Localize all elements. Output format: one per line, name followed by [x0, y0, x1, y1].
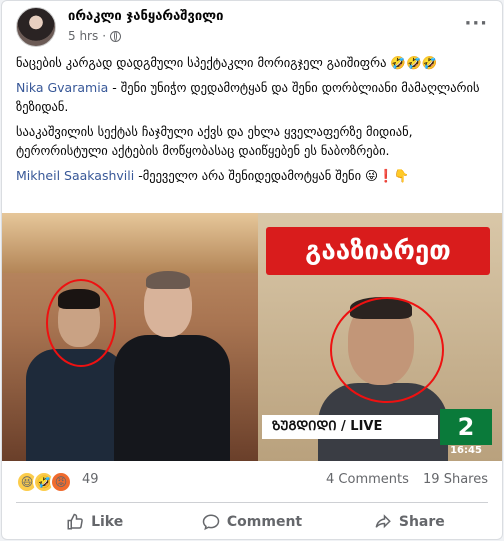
broadcast-clock: 16:45 — [450, 445, 482, 456]
reactions-bar: 😆 🤣 😡 49 4 Comments 19 Shares — [16, 471, 488, 493]
red-highlight-circle — [330, 297, 444, 403]
share-banner: გააზიარეთ — [266, 227, 490, 275]
red-highlight-circle — [46, 279, 116, 367]
comments-count[interactable]: 4 Comments — [326, 472, 409, 487]
person-hair — [146, 271, 190, 289]
action-bar: Like Comment Share — [16, 507, 488, 537]
shares-count[interactable]: 19 Shares — [423, 472, 488, 487]
post-text-line: ნაცების კარგად დადგმული სპექტაკლი მორიგჯ… — [16, 55, 438, 70]
post-time[interactable]: 5 hrs — [68, 29, 98, 43]
post-image[interactable]: გააზიარეთ ᲖᲣᲒᲓᲘᲓᲘ / LIVE 2 16:45 — [2, 213, 502, 461]
globe-icon[interactable] — [110, 30, 122, 42]
thumbs-up-icon — [67, 513, 83, 530]
divider — [16, 502, 488, 503]
live-label: ᲖᲣᲒᲓᲘᲓᲘ / LIVE — [262, 415, 438, 439]
dot-separator: · — [102, 29, 107, 43]
comment-label: Comment — [226, 514, 303, 530]
author-name[interactable]: ირაკლი ჯანყარაშვილი — [68, 9, 223, 24]
reaction-count[interactable]: 49 — [82, 472, 99, 487]
like-label: Like — [91, 514, 124, 530]
more-options-icon[interactable]: ··· — [464, 13, 488, 34]
post-stats: 4 Comments 19 Shares — [316, 472, 488, 487]
post-text-line: სააკაშვილის სექტას ჩაჯმული აქვს და ეხლა … — [16, 124, 413, 158]
comment-button[interactable]: Comment — [173, 507, 330, 537]
post-text-fragment: -მეეველო არა შენიდედამოტყან შენი 😜❗👇 — [134, 168, 410, 183]
share-icon — [375, 514, 391, 529]
photo-left — [2, 213, 258, 461]
like-button[interactable]: Like — [16, 507, 173, 537]
author-avatar[interactable] — [16, 7, 56, 47]
ceiling — [2, 213, 258, 273]
reaction-icons[interactable]: 😆 🤣 😡 — [16, 471, 72, 493]
post-text-line: Nika Gvaramia - შენი უნიჭო დედამოტყან და… — [16, 78, 490, 116]
mention-link[interactable]: Mikheil Saakashvili — [16, 168, 134, 183]
share-label: Share — [398, 514, 445, 530]
post-header: ირაკლი ჯანყარაშვილი 5 hrs · ··· — [16, 7, 492, 47]
mention-link[interactable]: Nika Gvaramia — [16, 80, 108, 95]
post-meta: 5 hrs · — [68, 29, 122, 43]
post-text-line: Mikheil Saakashvili -მეეველო არა შენიდედ… — [16, 166, 490, 185]
channel-logo: 2 — [440, 409, 492, 445]
post-text: ნაცების კარგად დადგმული სპექტაკლი მორიგჯ… — [16, 53, 490, 191]
post-card: ირაკლი ჯანყარაშვილი 5 hrs · ··· ნაცების … — [1, 0, 503, 540]
person-body — [114, 335, 230, 461]
share-button[interactable]: Share — [331, 507, 488, 537]
comment-icon — [202, 514, 220, 531]
angry-icon: 😡 — [50, 471, 72, 493]
